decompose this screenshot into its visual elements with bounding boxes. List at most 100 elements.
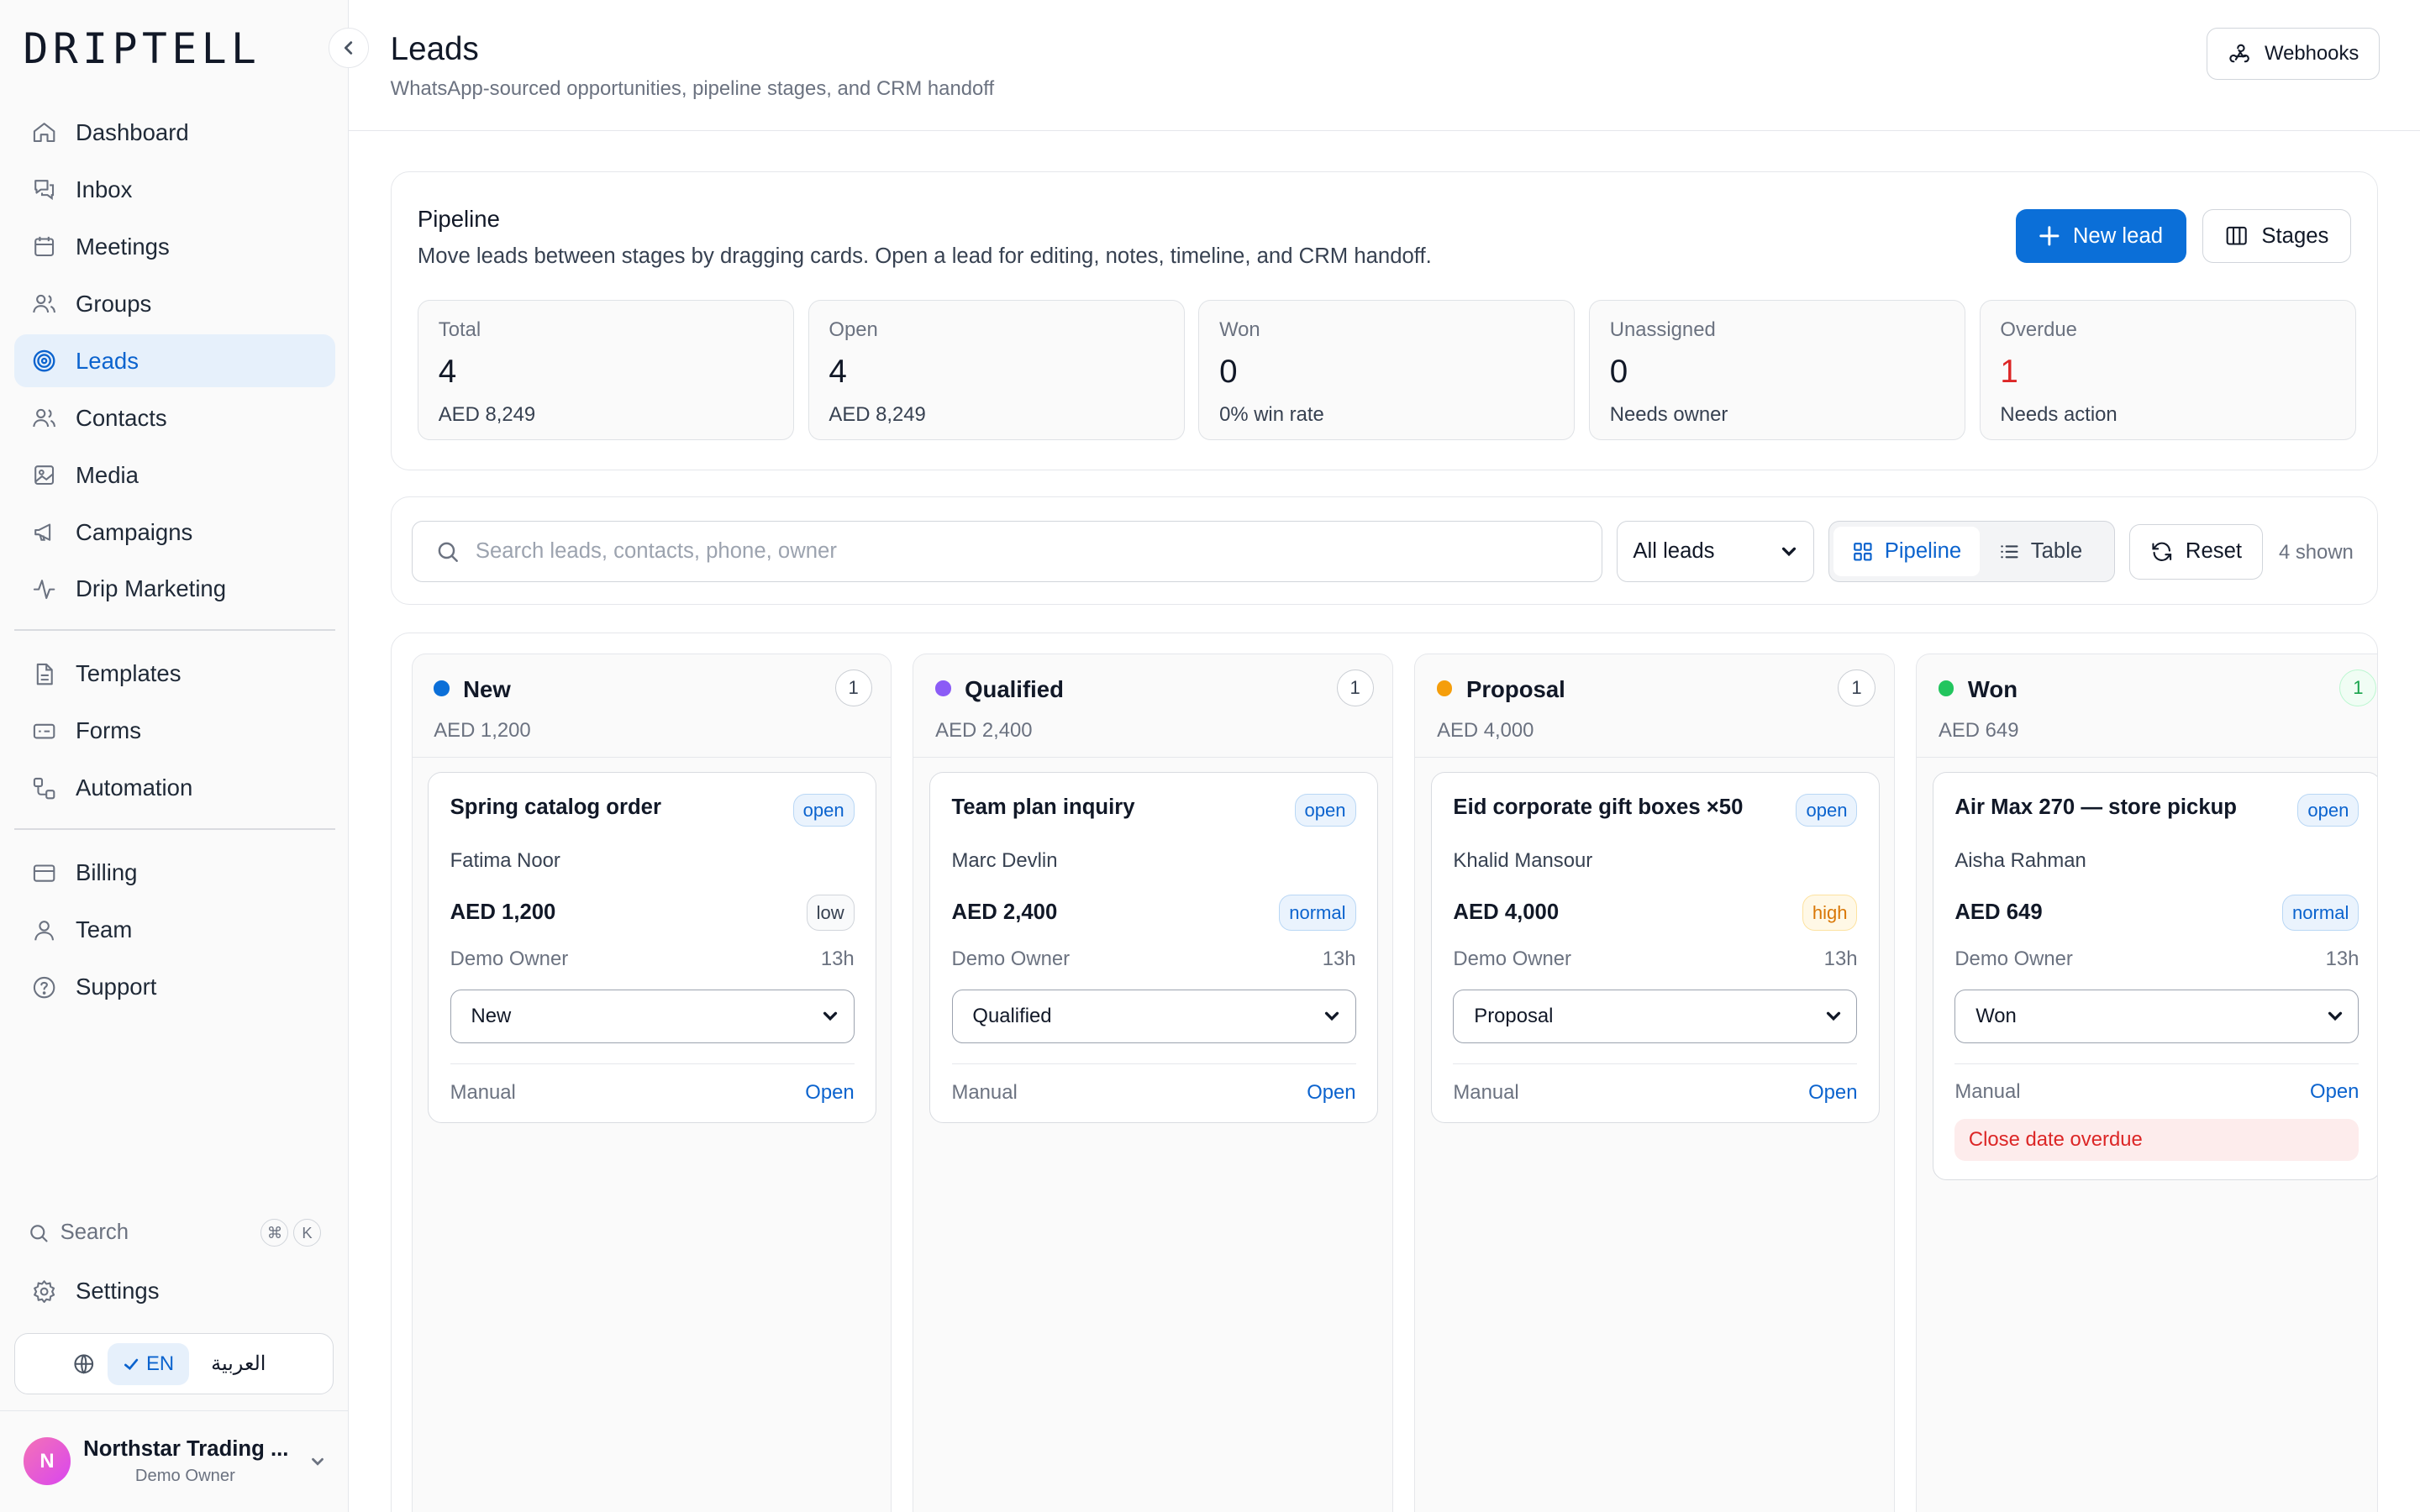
open-lead-link[interactable]: Open	[1808, 1081, 1857, 1105]
sidebar-item-automation[interactable]: Automation	[14, 762, 335, 814]
card-title-row: Eid corporate gift boxes ×50 open	[1453, 773, 1858, 827]
form-icon	[33, 723, 55, 739]
status-badge: open	[792, 794, 855, 827]
view-pipeline-tab[interactable]: Pipeline	[1833, 527, 1981, 577]
shortcut-keys: ⌘ K	[256, 1218, 322, 1247]
lead-card[interactable]: Air Max 270 — store pickup open Aisha Ra…	[1932, 771, 2378, 1181]
account-switcher[interactable]: N Northstar Trading ... Demo Owner	[0, 1410, 350, 1512]
stat-sub: AED 8,249	[829, 402, 926, 426]
sidebar-item-campaigns[interactable]: Campaigns	[14, 506, 335, 558]
open-lead-link[interactable]: Open	[1307, 1081, 1355, 1105]
stat-label: Open	[829, 318, 878, 341]
overdue-alert: Close date overdue	[1954, 1119, 2360, 1162]
sidebar-item-team[interactable]: Team	[14, 904, 335, 956]
search-input[interactable]: Search leads, contacts, phone, owner	[411, 520, 1603, 583]
stat-card-unassigned: Unassigned 0 Needs owner	[1588, 300, 1965, 441]
new-lead-button[interactable]: New lead	[2015, 208, 2186, 264]
sidebar-item-inbox[interactable]: Inbox	[14, 164, 335, 216]
stage-color-dot	[1938, 680, 1954, 696]
plus-icon	[2039, 226, 2060, 246]
sidebar-item-groups[interactable]: Groups	[14, 278, 335, 330]
webhook-icon	[2229, 44, 2249, 62]
stat-sub: 0% win rate	[1219, 402, 1324, 426]
language-switcher: EN العربية	[13, 1332, 334, 1395]
lead-owner: Demo Owner	[1453, 947, 1571, 970]
webhooks-label: Webhooks	[2265, 42, 2360, 66]
sidebar-item-media[interactable]: Media	[14, 449, 335, 501]
lang-ar-option[interactable]: العربية	[202, 1342, 275, 1385]
sidebar-item-settings[interactable]: Settings	[14, 1265, 335, 1317]
kbd-k: K	[292, 1218, 322, 1247]
sidebar-item-forms[interactable]: Forms	[14, 705, 335, 757]
lead-card[interactable]: Team plan inquiry open Marc Devlin AED 2…	[929, 771, 1379, 1123]
priority-badge: normal	[2282, 895, 2360, 931]
column-header: New 1 AED 1,200	[412, 654, 891, 758]
user-info: Northstar Trading ... Demo Owner	[83, 1437, 288, 1486]
stage-select[interactable]: New	[450, 989, 855, 1044]
lead-card[interactable]: Spring catalog order open Fatima Noor AE…	[427, 771, 877, 1123]
lead-card[interactable]: Eid corporate gift boxes ×50 open Khalid…	[1430, 771, 1881, 1123]
lead-owner: Demo Owner	[450, 947, 569, 970]
stat-value: 4	[829, 354, 847, 391]
chevron-down-icon	[2328, 1011, 2342, 1021]
column-header: Proposal 1 AED 4,000	[1415, 654, 1894, 758]
card-owner-row: Demo Owner 13h	[1453, 948, 1857, 971]
lead-age: 13h	[820, 947, 855, 970]
lead-scope-select[interactable]: All leads	[1617, 520, 1815, 583]
open-lead-link[interactable]: Open	[805, 1081, 854, 1105]
pipeline-column-new: New 1 AED 1,200 Spring catalog order ope…	[411, 653, 892, 1512]
lang-en-option[interactable]: EN	[108, 1342, 190, 1385]
column-total: AED 649	[1938, 719, 2019, 743]
sidebar-settings-wrap: Settings	[14, 1265, 335, 1322]
search-icon	[30, 1224, 48, 1242]
chevron-down-icon	[1781, 547, 1796, 556]
stage-select[interactable]: Won	[1954, 989, 2360, 1044]
sidebar-item-meetings[interactable]: Meetings	[14, 221, 335, 273]
stat-card-won: Won 0 0% win rate	[1198, 300, 1576, 441]
stages-label: Stages	[2261, 223, 2329, 248]
webhooks-button[interactable]: Webhooks	[2207, 28, 2381, 81]
columns-icon	[2226, 227, 2248, 245]
stage-select[interactable]: Proposal	[1453, 989, 1858, 1044]
collapse-sidebar-button[interactable]	[329, 28, 369, 68]
app-logo[interactable]: DRIPTELL	[24, 28, 261, 70]
stage-select-value: Won	[1975, 1004, 2017, 1027]
reset-button[interactable]: Reset	[2128, 523, 2263, 580]
lead-age: 13h	[2325, 947, 2360, 970]
lead-title: Air Max 270 — store pickup	[1954, 795, 2238, 820]
page-title: Leads	[390, 30, 479, 67]
lead-amount: AED 1,200	[450, 900, 556, 924]
sidebar-item-templates[interactable]: Templates	[14, 648, 335, 700]
sidebar-item-dashboard[interactable]: Dashboard	[14, 107, 335, 159]
column-title: Won	[1967, 675, 2018, 702]
sidebar-item-label: Campaigns	[75, 518, 193, 545]
status-badge: open	[1294, 794, 1356, 827]
sidebar-nav: Dashboard Inbox Meetings Groups Leads Co…	[13, 107, 335, 1018]
stat-card-overdue: Overdue 1 Needs action	[1979, 300, 2356, 441]
open-lead-link[interactable]: Open	[2310, 1080, 2359, 1104]
sidebar-item-drip-marketing[interactable]: Drip Marketing	[14, 563, 335, 615]
sidebar-item-support[interactable]: Support	[14, 961, 335, 1013]
sidebar-item-contacts[interactable]: Contacts	[14, 391, 335, 444]
chevron-down-icon	[1826, 1011, 1841, 1021]
kbd-command: ⌘	[260, 1218, 289, 1247]
column-title: Proposal	[1465, 675, 1565, 702]
avatar: N	[23, 1437, 71, 1486]
card-footer: Manual Open	[951, 1063, 1356, 1122]
help-icon	[33, 976, 55, 998]
stage-select[interactable]: Qualified	[951, 989, 1356, 1044]
stat-card-open: Open 4 AED 8,249	[808, 300, 1185, 441]
stage-select-value: New	[471, 1004, 512, 1027]
lead-contact: Fatima Noor	[450, 849, 560, 873]
stat-label: Unassigned	[1609, 318, 1716, 341]
lead-owner: Demo Owner	[951, 947, 1071, 970]
view-table-tab[interactable]: Table	[1980, 527, 2101, 576]
status-badge: open	[1796, 794, 1858, 827]
stat-sub: Needs action	[2000, 402, 2118, 426]
stages-button[interactable]: Stages	[2202, 208, 2352, 264]
sidebar-item-leads[interactable]: Leads	[13, 334, 335, 387]
sidebar-item-billing[interactable]: Billing	[14, 847, 335, 899]
main-content: Leads WhatsApp-sourced opportunities, pi…	[349, 0, 2420, 1512]
sidebar-search[interactable]: Search ⌘ K	[28, 1215, 322, 1249]
check-icon	[124, 1358, 139, 1370]
